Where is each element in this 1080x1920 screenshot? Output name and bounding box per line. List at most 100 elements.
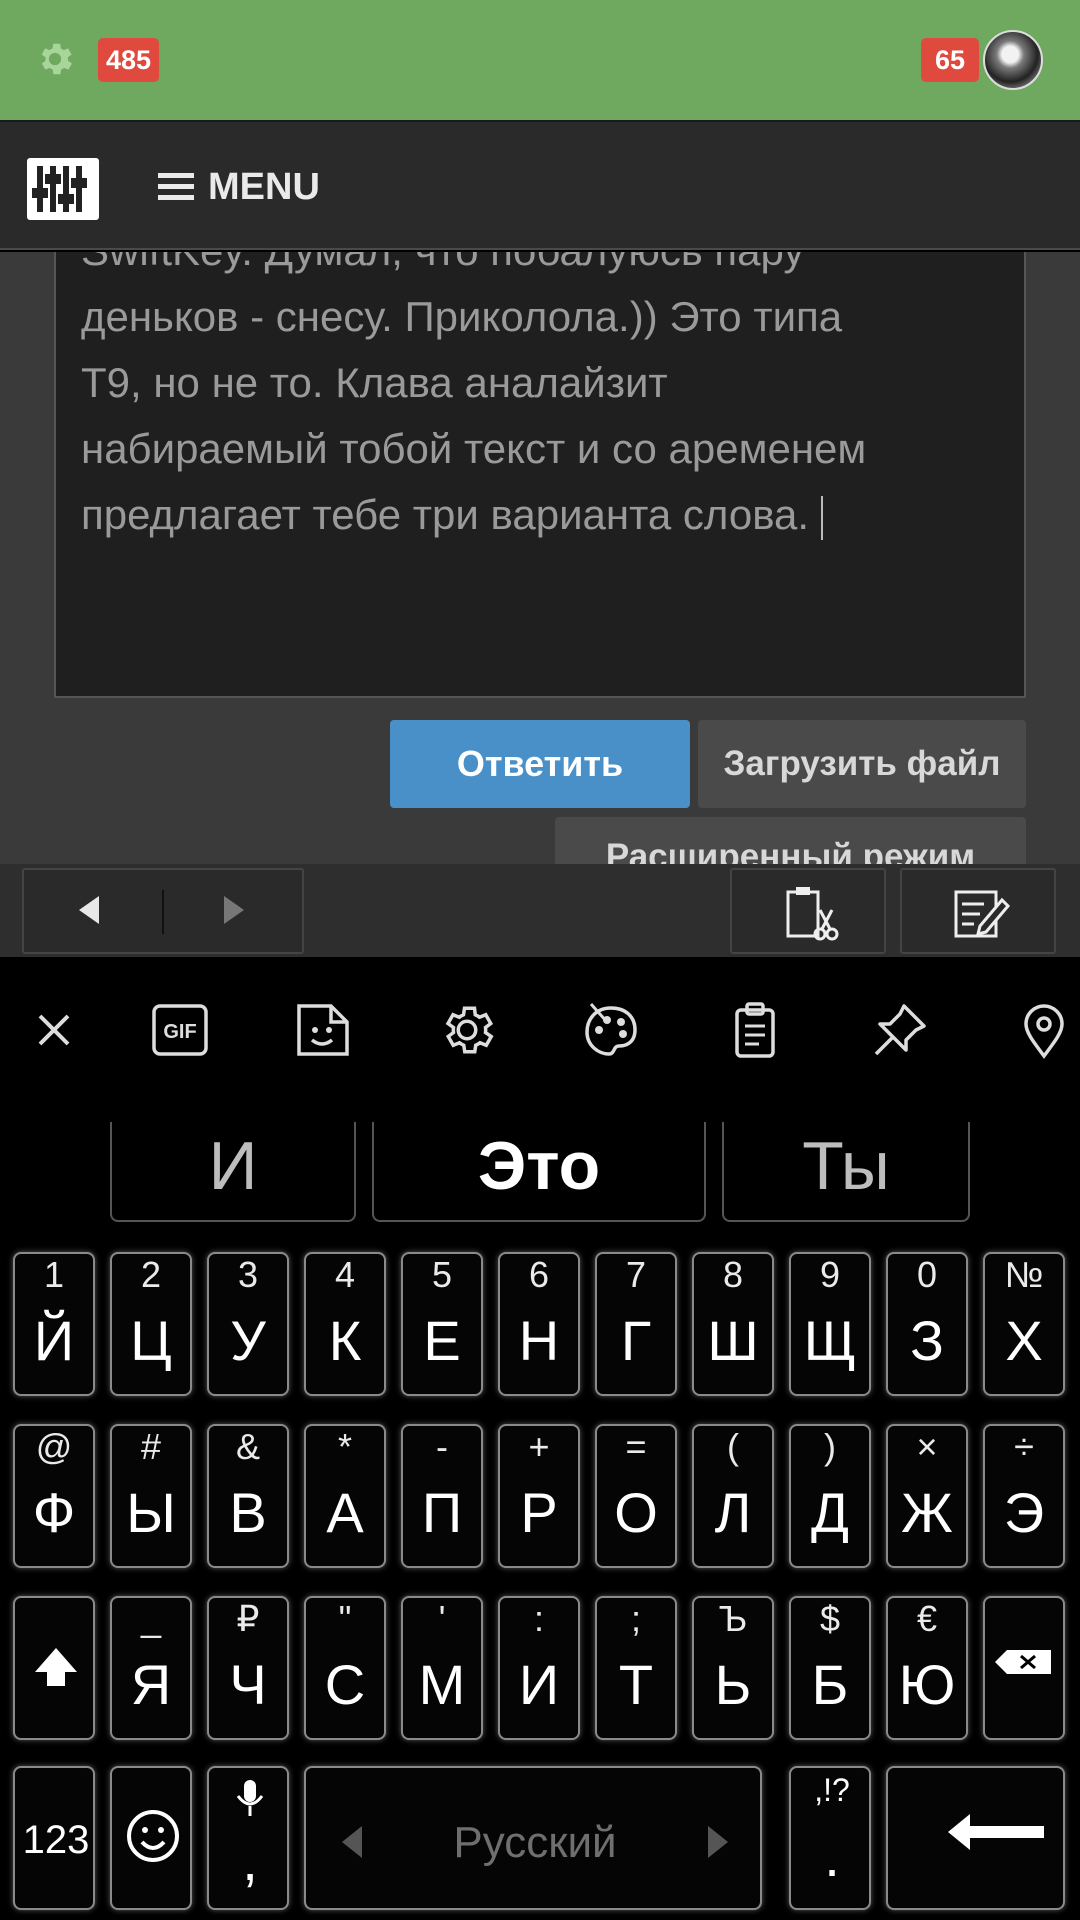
- period-key[interactable]: ,!? .: [789, 1766, 871, 1910]
- sticker-icon[interactable]: [293, 1000, 353, 1060]
- key-16[interactable]: -П: [401, 1424, 483, 1568]
- cut-clipboard-button[interactable]: [730, 868, 886, 954]
- reply-button[interactable]: Ответить: [390, 720, 690, 808]
- key-10[interactable]: 0З: [886, 1252, 968, 1396]
- arrow-right-icon[interactable]: [224, 896, 244, 924]
- text-line: деньков - снесу. Приколола.)) Это типа: [81, 293, 843, 340]
- divider: [162, 890, 164, 934]
- key-label: Ж: [901, 1481, 953, 1544]
- backspace-icon: [995, 1650, 1051, 1674]
- numbers-key[interactable]: 123: [13, 1766, 95, 1910]
- key-label: Ы: [126, 1481, 176, 1544]
- message-text: SwiftKey. Думал, что побалуюсь пару день…: [81, 252, 1001, 548]
- key-18[interactable]: = О: [595, 1424, 677, 1568]
- text-line: набираемый тобой текст и со аременем: [81, 425, 867, 472]
- key-hint: 2: [140, 1254, 162, 1295]
- key-label: М: [418, 1653, 466, 1716]
- key-22[interactable]: ÷ Э: [983, 1424, 1065, 1568]
- advanced-mode-button[interactable]: Расширенный режим: [555, 817, 1026, 864]
- suggestion-center[interactable]: Это: [372, 1122, 706, 1222]
- pin-icon[interactable]: [870, 1000, 930, 1060]
- key-label: Ц: [130, 1309, 172, 1372]
- emoji-key[interactable]: [110, 1766, 192, 1910]
- key-21[interactable]: × Ж: [886, 1424, 968, 1568]
- key-17[interactable]: + Р: [498, 1424, 580, 1568]
- key-1[interactable]: 1Й: [13, 1252, 95, 1396]
- upload-file-button[interactable]: Загрузить файл: [698, 720, 1026, 808]
- key-31[interactable]: € Ю: [886, 1596, 968, 1740]
- key-label: И: [518, 1653, 560, 1716]
- key-27[interactable]: :И: [498, 1596, 580, 1740]
- shift-icon: [35, 1648, 77, 1686]
- key-23[interactable]: _ Я: [110, 1596, 192, 1740]
- key-hint: 3: [237, 1254, 259, 1295]
- edit-button[interactable]: [900, 868, 1056, 954]
- notification-count-badge[interactable]: 485: [98, 38, 160, 82]
- key-30[interactable]: $ Б: [789, 1596, 871, 1740]
- comma-key[interactable]: ,: [207, 1766, 289, 1910]
- enter-key[interactable]: [886, 1766, 1065, 1910]
- close-icon[interactable]: [24, 1000, 84, 1060]
- key-19[interactable]: (Л: [692, 1424, 774, 1568]
- palette-icon[interactable]: [581, 1000, 641, 1060]
- key-6[interactable]: 6Н: [498, 1252, 580, 1396]
- key-13[interactable]: # Ы: [110, 1424, 192, 1568]
- key-label: А: [326, 1481, 364, 1544]
- language-label: Русский: [453, 1818, 617, 1867]
- suggestion-left[interactable]: И: [110, 1122, 356, 1222]
- space-key[interactable]: Русский: [304, 1766, 762, 1910]
- key-hint: ₽: [236, 1598, 260, 1639]
- key-7[interactable]: 7Г: [595, 1252, 677, 1396]
- clipboard-icon[interactable]: [725, 1000, 785, 1060]
- suggestion-right[interactable]: Ты: [722, 1122, 970, 1222]
- key-hint: 8: [722, 1254, 744, 1295]
- key-25[interactable]: " С: [304, 1596, 386, 1740]
- backspace-key[interactable]: [983, 1596, 1065, 1740]
- menu-button[interactable]: MENU: [158, 162, 320, 212]
- key-28[interactable]: ; Т: [595, 1596, 677, 1740]
- key-15[interactable]: * А: [304, 1424, 386, 1568]
- key-hint: ×: [916, 1426, 938, 1467]
- key-2[interactable]: 2Ц: [110, 1252, 192, 1396]
- key-hint: ": [338, 1598, 352, 1639]
- key-11[interactable]: № Х: [983, 1252, 1065, 1396]
- top-bar: 485 65: [0, 0, 1080, 120]
- gif-icon[interactable]: GIF: [150, 1000, 210, 1060]
- comma-label: ,: [242, 1829, 258, 1892]
- key-label: Э: [1003, 1481, 1045, 1544]
- key-label: С: [324, 1653, 366, 1716]
- key-4[interactable]: 4К: [304, 1252, 386, 1396]
- key-9[interactable]: 9Щ: [789, 1252, 871, 1396]
- key-hint: 1: [43, 1254, 65, 1295]
- edit-icon: [954, 890, 1010, 938]
- key-5[interactable]: 5Е: [401, 1252, 483, 1396]
- message-count-badge[interactable]: 65: [921, 38, 979, 82]
- text-line: SwiftKey. Думал, что побалуюсь пару: [81, 252, 1001, 284]
- site-logo-icon[interactable]: [27, 158, 99, 220]
- key-label: Ф: [32, 1481, 76, 1544]
- shift-key[interactable]: [13, 1596, 95, 1740]
- arrow-left-icon[interactable]: [79, 896, 99, 924]
- key-26[interactable]: ' М: [401, 1596, 483, 1740]
- key-label: Т: [618, 1653, 654, 1716]
- key-8[interactable]: 8Ш: [692, 1252, 774, 1396]
- key-label: Х: [1005, 1309, 1043, 1372]
- hamburger-icon: [158, 173, 194, 201]
- key-hint: ÷: [1014, 1426, 1034, 1467]
- key-label: В: [229, 1481, 267, 1544]
- location-icon[interactable]: [1014, 1000, 1074, 1060]
- message-textarea[interactable]: SwiftKey. Думал, что побалуюсь пару день…: [54, 252, 1026, 698]
- key-3[interactable]: 3У: [207, 1252, 289, 1396]
- settings-icon[interactable]: [437, 1000, 497, 1060]
- key-14[interactable]: & В: [207, 1424, 289, 1568]
- text-line: Т9, но не то. Клава аналайзит: [81, 359, 668, 406]
- key-29[interactable]: ЪЬ: [692, 1596, 774, 1740]
- key-label: Я: [130, 1653, 172, 1716]
- key-hint: €: [916, 1598, 938, 1639]
- key-label: Б: [811, 1653, 849, 1716]
- avatar[interactable]: [983, 30, 1043, 90]
- key-20[interactable]: ) Д: [789, 1424, 871, 1568]
- key-24[interactable]: ₽ Ч: [207, 1596, 289, 1740]
- key-12[interactable]: @ Ф: [13, 1424, 95, 1568]
- settings-gear-icon[interactable]: [34, 38, 76, 80]
